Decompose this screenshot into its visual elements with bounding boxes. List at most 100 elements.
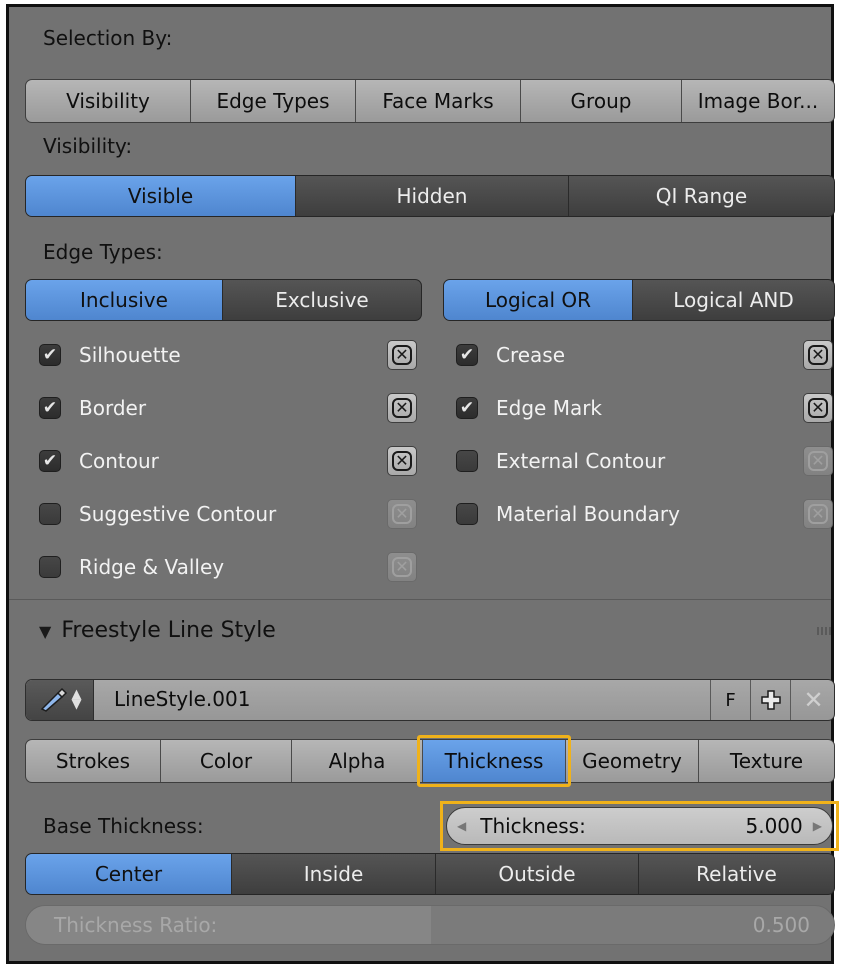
checkbox-label: Edge Mark [496, 396, 603, 420]
exclusive-button[interactable]: Exclusive [223, 280, 421, 320]
base-thickness-label: Base Thickness: [43, 814, 204, 838]
edge-border-checkbox[interactable]: ✔ Border [39, 392, 146, 424]
material-boundary-exclude-button[interactable]: ✕ [803, 499, 833, 529]
tab-image-border[interactable]: Image Bor... [682, 80, 834, 122]
tab-visibility[interactable]: Visibility [26, 80, 191, 122]
checkbox-checked-icon: ✔ [456, 397, 478, 419]
edge-material-boundary-checkbox[interactable]: Material Boundary [456, 498, 680, 530]
visibility-options: Visible Hidden QI Range [25, 175, 835, 217]
logical-or-button[interactable]: Logical OR [444, 280, 633, 320]
close-icon: ✕ [808, 398, 828, 418]
tab-alpha[interactable]: Alpha [292, 740, 423, 782]
checkbox-label: Suggestive Contour [79, 502, 277, 526]
ridge-valley-exclude-button[interactable]: ✕ [387, 552, 417, 582]
collapse-triangle-icon: ▼ [39, 621, 52, 641]
position-inside-button[interactable]: Inside [232, 854, 436, 894]
checkbox-unchecked-icon [456, 450, 478, 472]
thickness-position-options: Center Inside Outside Relative [25, 853, 835, 895]
thickness-field-value: 5.000 [745, 814, 803, 838]
linestyle-name-field[interactable]: LineStyle.001 [114, 687, 250, 711]
checkbox-label: Crease [496, 343, 566, 367]
tab-edge-types[interactable]: Edge Types [191, 80, 356, 122]
crease-exclude-button[interactable]: ✕ [803, 340, 833, 370]
tab-face-marks[interactable]: Face Marks [356, 80, 521, 122]
logical-and-button[interactable]: Logical AND [633, 280, 834, 320]
checkbox-label: Material Boundary [496, 502, 680, 526]
checkbox-checked-icon: ✔ [39, 397, 61, 419]
suggestive-contour-exclude-button[interactable]: ✕ [387, 499, 417, 529]
line-style-panel-header[interactable]: ▼ Freestyle Line Style [39, 615, 276, 647]
section-divider [9, 599, 831, 600]
edge-mode-toggle: Inclusive Exclusive [25, 279, 422, 321]
close-icon: ✕ [392, 345, 412, 365]
drag-grip-icon[interactable] [817, 627, 831, 635]
edge-logic-toggle: Logical OR Logical AND [443, 279, 835, 321]
edge-external-contour-checkbox[interactable]: External Contour [456, 445, 665, 477]
decrement-arrow-icon[interactable]: ◀ [457, 819, 466, 833]
edge-mark-checkbox[interactable]: ✔ Edge Mark [456, 392, 602, 424]
edge-silhouette-checkbox[interactable]: ✔ Silhouette [39, 339, 181, 371]
up-down-arrows-icon: ▲ ▼ [71, 687, 82, 712]
checkbox-checked-icon: ✔ [39, 344, 61, 366]
plus-icon [760, 690, 781, 710]
edge-contour-checkbox[interactable]: ✔ Contour [39, 445, 159, 477]
checkbox-checked-icon: ✔ [39, 450, 61, 472]
position-center-button[interactable]: Center [26, 854, 232, 894]
panel-title: Freestyle Line Style [61, 618, 276, 643]
visibility-hidden-button[interactable]: Hidden [296, 176, 569, 216]
checkbox-label: Border [79, 396, 147, 420]
selection-by-label: Selection By: [43, 26, 173, 50]
thickness-field-label: Thickness: [480, 814, 586, 838]
thickness-ratio-value: 0.500 [752, 913, 810, 937]
thickness-ratio-slider[interactable]: Thickness Ratio: 0.500 [25, 905, 835, 945]
checkbox-unchecked-icon [39, 503, 61, 525]
brush-icon [40, 687, 67, 712]
checkbox-unchecked-icon [456, 503, 478, 525]
silhouette-exclude-button[interactable]: ✕ [387, 340, 417, 370]
tab-strokes[interactable]: Strokes [26, 740, 161, 782]
linestyle-selector: ▲ ▼ LineStyle.001 F ✕ [25, 679, 835, 721]
close-icon: ✕ [808, 345, 828, 365]
close-icon: ✕ [808, 504, 828, 524]
checkbox-label: Ridge & Valley [79, 555, 225, 579]
increment-arrow-icon[interactable]: ▶ [813, 819, 822, 833]
tab-color[interactable]: Color [161, 740, 292, 782]
new-linestyle-button[interactable] [750, 680, 790, 720]
checkbox-label: Silhouette [79, 343, 181, 367]
external-contour-exclude-button[interactable]: ✕ [803, 446, 833, 476]
visibility-qi-range-button[interactable]: QI Range [569, 176, 834, 216]
thickness-ratio-label: Thickness Ratio: [54, 913, 218, 937]
close-icon: ✕ [392, 451, 412, 471]
close-icon: ✕ [392, 504, 412, 524]
linestyle-browse-button[interactable]: ▲ ▼ [26, 680, 94, 720]
tab-texture[interactable]: Texture [699, 740, 834, 782]
thickness-number-field[interactable]: ◀ Thickness: 5.000 ▶ [446, 807, 833, 845]
visibility-label: Visibility: [43, 134, 133, 158]
close-icon: ✕ [392, 557, 412, 577]
edge-suggestive-contour-checkbox[interactable]: Suggestive Contour [39, 498, 276, 530]
close-icon: ✕ [808, 451, 828, 471]
position-outside-button[interactable]: Outside [436, 854, 639, 894]
position-relative-button[interactable]: Relative [639, 854, 834, 894]
visibility-visible-button[interactable]: Visible [26, 176, 296, 216]
tab-group[interactable]: Group [521, 80, 682, 122]
checkbox-unchecked-icon [39, 556, 61, 578]
checkbox-checked-icon: ✔ [456, 344, 478, 366]
fake-user-button[interactable]: F [710, 680, 750, 720]
checkbox-label: External Contour [496, 449, 666, 473]
thickness-tab-highlight [417, 735, 571, 787]
tab-geometry[interactable]: Geometry [566, 740, 699, 782]
edge-mark-exclude-button[interactable]: ✕ [803, 393, 833, 423]
close-icon: ✕ [392, 398, 412, 418]
selection-by-tabs: Visibility Edge Types Face Marks Group I… [25, 79, 835, 123]
contour-exclude-button[interactable]: ✕ [387, 446, 417, 476]
unlink-linestyle-button[interactable]: ✕ [790, 680, 834, 720]
edge-crease-checkbox[interactable]: ✔ Crease [456, 339, 565, 371]
edge-types-label: Edge Types: [43, 240, 163, 264]
border-exclude-button[interactable]: ✕ [387, 393, 417, 423]
close-icon: ✕ [803, 686, 824, 714]
inclusive-button[interactable]: Inclusive [26, 280, 223, 320]
freestyle-panel: Selection By: Visibility Edge Types Face… [6, 4, 839, 964]
checkbox-label: Contour [79, 449, 159, 473]
edge-ridge-valley-checkbox[interactable]: Ridge & Valley [39, 551, 224, 583]
